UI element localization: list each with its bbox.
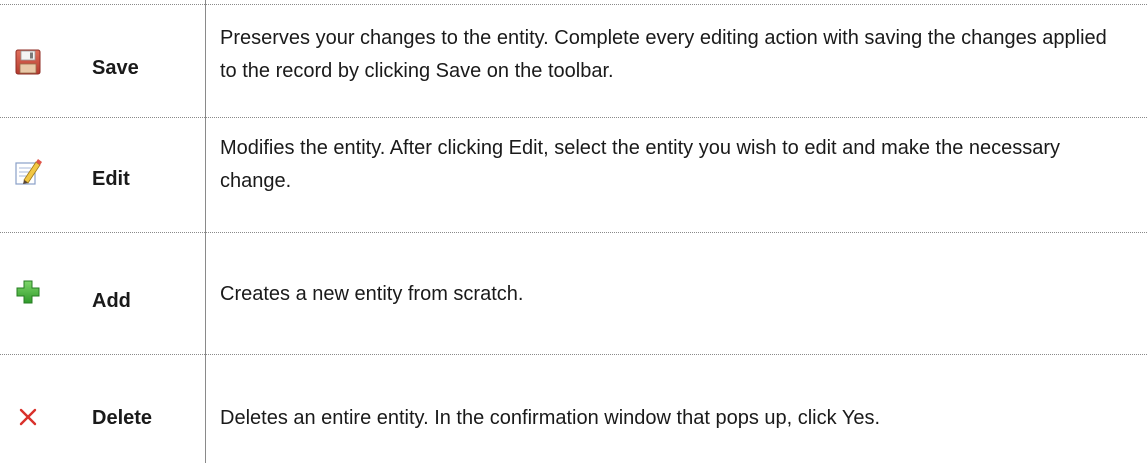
- table-row-add: Add Creates a new entity from scratch.: [0, 233, 1147, 354]
- command-cell: Save: [0, 5, 205, 117]
- command-label: Add: [92, 290, 131, 312]
- command-description: Deletes an entire entity. In the confirm…: [220, 407, 880, 429]
- command-description: Modifies the entity. After clicking Edit…: [220, 137, 1061, 192]
- command-label: Edit: [92, 168, 130, 190]
- add-icon: [14, 278, 42, 306]
- delete-icon: [14, 403, 42, 431]
- command-label: Delete: [92, 407, 153, 429]
- command-cell: Delete: [0, 355, 205, 463]
- edit-icon: [14, 158, 42, 186]
- save-icon: [14, 48, 42, 76]
- command-label: Save: [92, 57, 139, 79]
- commands-table: Save Preserves your changes to the entit…: [0, 0, 1147, 463]
- command-cell: Add: [0, 233, 205, 354]
- command-description: Creates a new entity from scratch.: [220, 283, 524, 305]
- command-cell: Edit: [0, 118, 205, 232]
- table-row-save: Save Preserves your changes to the entit…: [0, 5, 1147, 117]
- table-row-delete: Delete Deletes an entire entity. In the …: [0, 355, 1147, 463]
- command-description: Preserves your changes to the entity. Co…: [220, 27, 1107, 82]
- table-row-edit: Edit Modifies the entity. After clicking…: [0, 118, 1147, 232]
